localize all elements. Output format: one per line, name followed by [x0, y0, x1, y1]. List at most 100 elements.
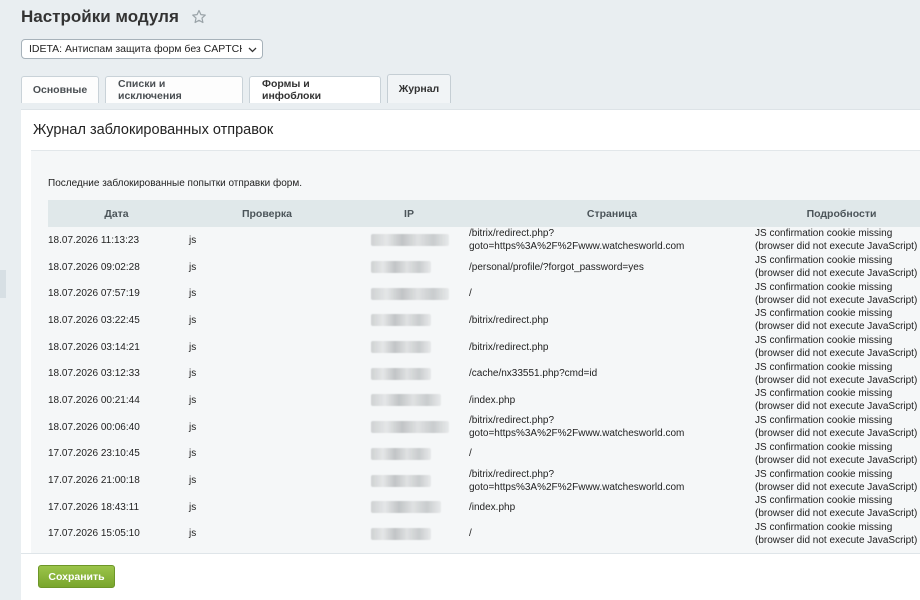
column-header-date[interactable]: Дата	[48, 200, 185, 227]
cell-ip	[349, 494, 469, 521]
cell-page: /bitrix/redirect.php? goto=https%3A%2F%2…	[469, 415, 685, 440]
footer-bar: Сохранить	[21, 553, 920, 600]
redacted-ip	[371, 447, 431, 460]
cell-date: 18.07.2026 03:22:45	[48, 314, 140, 326]
cell-check: js	[189, 475, 197, 487]
cell-ip	[349, 360, 469, 387]
cell-date: 17.07.2026 15:05:10	[48, 528, 140, 540]
cell-details: JS confirmation cookie missing (browser …	[755, 361, 918, 386]
page-title: Настройки модуля	[21, 7, 179, 26]
cell-check: js	[189, 501, 197, 513]
redacted-ip	[371, 234, 449, 247]
cell-check: js	[189, 261, 197, 273]
cell-page: /bitrix/redirect.php	[469, 341, 549, 353]
cell-date: 17.07.2026 21:00:18	[48, 475, 140, 487]
cell-ip	[349, 521, 469, 548]
cell-date: 18.07.2026 00:06:40	[48, 421, 140, 433]
cell-ip	[349, 280, 469, 307]
column-header-page[interactable]: Страница	[469, 200, 755, 227]
table-row: 17.07.2026 23:10:45 js / JS confirmation co…	[48, 441, 920, 468]
redacted-ip	[371, 421, 449, 434]
cell-page: /	[469, 528, 472, 540]
table-row: 18.07.2026 03:14:21 js/bitrix/redirect.ph…	[48, 334, 920, 361]
blocked-submissions-table: Дата Проверка IP Страница Подробности 18…	[48, 200, 920, 547]
cell-check: js	[189, 528, 197, 540]
table-row: 18.07.2026 09:02:28 js/personal/profile/?…	[48, 254, 920, 281]
redacted-ip	[371, 394, 441, 407]
tab-lists-exceptions[interactable]: Списки и исключения	[105, 76, 243, 103]
table-row: 18.07.2026 07:57:19 js / JS confirmation co…	[48, 280, 920, 307]
table-row: 18.07.2026 03:22:45 js/bitrix/redirect.ph…	[48, 307, 920, 334]
cell-page: /index.php	[469, 394, 516, 406]
cell-ip	[349, 441, 469, 468]
cell-details: JS confirmation cookie missing (browser …	[755, 495, 918, 520]
cell-page: /	[469, 288, 472, 300]
cell-date: 17.07.2026 18:43:11	[48, 501, 140, 513]
cell-ip	[349, 467, 469, 494]
cell-details: JS confirmation cookie missing (browser …	[755, 468, 918, 493]
redacted-ip	[371, 367, 431, 380]
redacted-ip	[371, 341, 431, 354]
cell-page: /cache/nx33551.php?cmd=id	[469, 368, 598, 380]
table-row: 17.07.2026 18:43:11 js/index.php JS confir…	[48, 494, 920, 521]
panel-title: Журнал заблокированных отправок	[33, 122, 274, 138]
journal-panel: Журнал заблокированных отправок Последни…	[21, 109, 920, 554]
column-header-check[interactable]: Проверка	[185, 200, 349, 227]
title-row: Настройки модуля	[21, 5, 207, 29]
journal-note: Последние заблокированные попытки отправ…	[48, 178, 302, 189]
cell-date: 18.07.2026 03:12:33	[48, 368, 140, 380]
left-sidebar-edge	[0, 0, 6, 600]
cell-check: js	[189, 368, 197, 380]
cell-details: JS confirmation cookie missing (browser …	[755, 255, 918, 280]
tab-main[interactable]: Основные	[21, 76, 99, 103]
table-row: 17.07.2026 15:05:10 js / JS confirmation co…	[48, 521, 920, 548]
cell-date: 18.07.2026 11:13:23	[48, 234, 140, 246]
cell-check: js	[189, 288, 197, 300]
cell-date: 18.07.2026 07:57:19	[48, 288, 140, 300]
cell-ip	[349, 227, 469, 254]
redacted-ip	[371, 501, 441, 514]
cell-details: JS confirmation cookie missing (browser …	[755, 415, 918, 440]
cell-check: js	[189, 234, 197, 246]
tab-forms-infoblocks[interactable]: Формы и инфоблоки	[249, 76, 381, 103]
cell-details: JS confirmation cookie missing (browser …	[755, 441, 918, 466]
cell-page: /personal/profile/?forgot_password=yes	[469, 261, 644, 273]
module-select[interactable]: IDETA: Антиспам защита форм без CAPTCHA	[21, 39, 263, 59]
cell-ip	[349, 414, 469, 441]
tab-bar: Основные Списки и исключения Формы и инф…	[21, 74, 457, 103]
cell-check: js	[189, 448, 197, 460]
cell-details: JS confirmation cookie missing (browser …	[755, 228, 918, 253]
column-header-details[interactable]: Подробности	[755, 200, 920, 227]
cell-details: JS confirmation cookie missing (browser …	[755, 335, 918, 360]
cell-check: js	[189, 341, 197, 353]
cell-check: js	[189, 394, 197, 406]
redacted-ip	[371, 527, 431, 540]
cell-date: 17.07.2026 23:10:45	[48, 448, 140, 460]
cell-page: /bitrix/redirect.php? goto=https%3A%2F%2…	[469, 468, 685, 493]
cell-page: /bitrix/redirect.php? goto=https%3A%2F%2…	[469, 228, 685, 253]
cell-ip	[349, 387, 469, 414]
column-header-ip[interactable]: IP	[349, 200, 469, 227]
save-button[interactable]: Сохранить	[38, 565, 115, 588]
cell-check: js	[189, 314, 197, 326]
redacted-ip	[371, 287, 449, 300]
table-row: 17.07.2026 21:00:18 js/bitrix/redirect.ph…	[48, 467, 920, 494]
tab-journal[interactable]: Журнал	[387, 74, 451, 103]
sidebar-selected-item[interactable]	[0, 270, 6, 298]
table-row: 18.07.2026 00:06:40 js/bitrix/redirect.ph…	[48, 414, 920, 441]
cell-date: 18.07.2026 09:02:28	[48, 261, 140, 273]
chevron-down-icon	[248, 45, 257, 54]
redacted-ip	[371, 314, 431, 327]
cell-page: /	[469, 448, 472, 460]
table-row: 18.07.2026 11:13:23 js/bitrix/redirect.ph…	[48, 227, 920, 254]
cell-details: JS confirmation cookie missing (browser …	[755, 281, 918, 306]
cell-details: JS confirmation cookie missing (browser …	[755, 308, 918, 333]
star-icon[interactable]	[191, 9, 207, 25]
module-select-value: IDETA: Антиспам защита форм без CAPTCHA	[29, 43, 242, 55]
redacted-ip	[371, 261, 431, 274]
table-row: 18.07.2026 03:12:33 js/cache/nx33551.php?…	[48, 360, 920, 387]
cell-ip	[349, 334, 469, 361]
cell-page: /bitrix/redirect.php	[469, 314, 549, 326]
cell-details: JS confirmation cookie missing (browser …	[755, 521, 918, 546]
journal-content: Последние заблокированные попытки отправ…	[31, 150, 920, 554]
